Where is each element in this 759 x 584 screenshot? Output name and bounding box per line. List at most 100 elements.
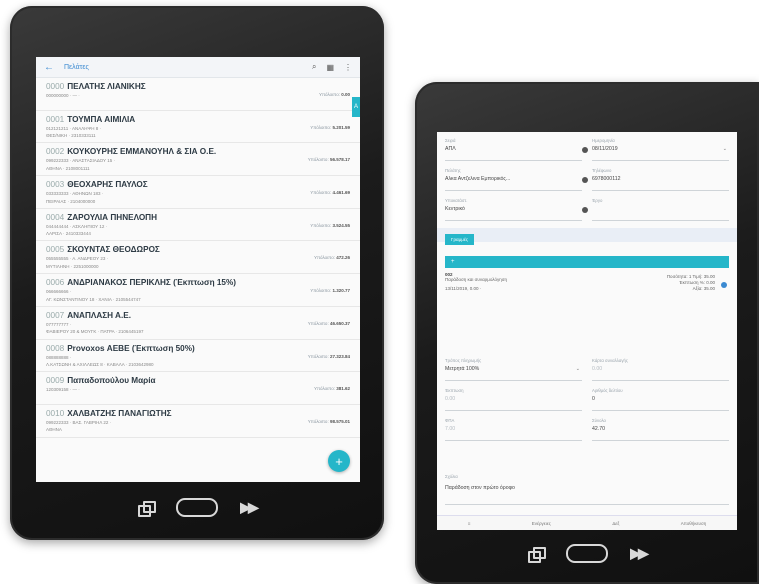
customer-code: 0005 [46, 245, 65, 255]
tablet-left: ← Πελάτες ⌕ ▦ ⋮ 0000 ΠΕΛΑΤΗΣ ΛΙΑΝΙΚΗΣ 0000… [10, 6, 384, 540]
customer-head: 0003 ΘΕΟΧΑΡΗΣ ΠΑΥΛΟΣ [46, 180, 350, 189]
card-value: 0.00 [592, 366, 603, 372]
customer-name: ΠΕΛΑΤΗΣ ΛΙΑΝΙΚΗΣ [67, 82, 146, 91]
customer-details-1: 033333333 · ΑΘΗΝΩΝ 183 · [46, 191, 104, 197]
customer-details-2: ΛΑΡΙΣΑ · 2410333444 [46, 231, 91, 237]
right-button[interactable]: Δεξ [612, 521, 619, 526]
customer-details-1: 088888888 · [46, 354, 72, 360]
customer-code: 0003 [46, 180, 65, 190]
series-value: ΑΠΛ [445, 146, 456, 152]
total-value: 42.70 [592, 426, 605, 432]
customer-balance: Υπόλοιπο: 56.578.17 [308, 157, 350, 162]
recent-apps-icon[interactable] [138, 500, 157, 517]
chevron-down-icon[interactable]: ⌄ [723, 146, 727, 152]
voucher-number-field[interactable]: Αριθμός δελτίου 0 [592, 388, 729, 411]
forward-icon[interactable]: ▶▶ [240, 499, 258, 516]
add-line-bar[interactable]: + [445, 256, 729, 268]
project-label: Έργο [592, 198, 603, 203]
android-navbar-right: ▶▶ [415, 544, 759, 563]
customer-code: 0008 [46, 343, 65, 353]
forward-icon[interactable]: ▶▶ [630, 545, 648, 562]
vat-label: ΦΠΑ [445, 418, 455, 423]
total-field: Σύνολο 42.70 [592, 418, 729, 441]
add-customer-button[interactable]: + [328, 450, 350, 472]
customer-row[interactable]: 0002 ΚΟΥΚΟΥΡΗΣ ΕΜΜΑΝΟΥΗΛ & ΣΙΑ Ο.Ε. 099222… [36, 143, 360, 177]
series-label: Σειρά [445, 138, 456, 143]
home-button-icon[interactable] [566, 544, 609, 563]
customer-row[interactable]: 0006 ΑΝΔΡΙΑΝΑΚΟΣ ΠΕΡΙΚΛΗΣ (Έκπτωση 15%) 06… [36, 274, 360, 307]
branch-field[interactable]: Υποκατάστ. Κεντρικό [445, 198, 588, 221]
payment-method-field[interactable]: Τρόπος πληρωμής Μετρητά 100% ⌄ [445, 358, 582, 381]
balance-value: 472.26 [336, 255, 350, 261]
balance-value: 27.323.84 [329, 353, 350, 359]
menu-icon[interactable]: ≡ [468, 521, 471, 526]
balance-label: Υπόλοιπο: [318, 92, 340, 97]
customer-list-screen: ← Πελάτες ⌕ ▦ ⋮ 0000 ΠΕΛΑΤΗΣ ΛΙΑΝΙΚΗΣ 0000… [36, 57, 360, 482]
customer-details-2: ΜΥΤΙΛΗΝΗ · 2251000000 [46, 263, 99, 269]
project-field[interactable]: Έργο [592, 198, 729, 221]
more-menu-icon[interactable]: ⋮ [344, 63, 352, 72]
customer-list: 0000 ΠΕΛΑΤΗΣ ΛΙΑΝΙΚΗΣ 000000000 · — · Υπόλο… [36, 78, 360, 438]
customer-details-1: 012121211 · ΑΝΑΛΗΨΗ 8 · [46, 125, 101, 131]
form-bottom-nav: ≡ Ενέργειες Δεξ Αποθήκευση [437, 515, 737, 530]
customer-row[interactable]: 0003 ΘΕΟΧΑΡΗΣ ΠΑΥΛΟΣ 033333333 · ΑΘΗΝΩΝ 18… [36, 176, 360, 209]
balance-label: Υπόλοιπο: [310, 190, 332, 196]
customer-balance: Υπόλοιπο: 98.575.01 [308, 419, 350, 424]
customer-name: ΧΑΛΒΑΤΖΗΣ ΠΑΝΑΓΙΩΤΗΣ [67, 408, 172, 418]
balance-label: Υπόλοιπο: [307, 418, 329, 424]
customer-row[interactable]: 0000 ΠΕΛΑΤΗΣ ΛΙΑΝΙΚΗΣ 000000000 · — · Υπόλο… [36, 78, 360, 111]
customer-row[interactable]: 0008 Provoxos ΑΕΒΕ (Έκπτωση 50%) 088888888… [36, 340, 360, 373]
tab-lines[interactable]: Γραμμές [445, 234, 475, 245]
payment-value: Μετρητά 100% [445, 366, 480, 372]
item-edit-icon[interactable] [721, 282, 727, 288]
search-icon[interactable]: ⌕ [312, 62, 316, 72]
customer-details-1: 044444444 · ΑΣΚΛΗΠΙΟΥ 12 · [46, 223, 108, 229]
view-toggle-icon[interactable]: ▦ [326, 63, 334, 72]
order-line-item[interactable]: 002 Παράδοση και συναρμολόγηση 13/11/201… [445, 272, 729, 312]
balance-value: 56.578.17 [329, 157, 350, 163]
series-field[interactable]: Σειρά ΑΠΛ [445, 138, 588, 161]
customer-row[interactable]: 0004 ΖΑΡΟΥΛΙΑ ΠΗΝΕΛΟΠΗ 044444444 · ΑΣΚΛΗΠΙ… [36, 209, 360, 242]
customer-row[interactable]: 0009 Παπαδοπούλου Μαρία 120309158 · — · Υπό… [36, 372, 360, 405]
customer-head: 0002 ΚΟΥΚΟΥΡΗΣ ΕΜΜΑΝΟΥΗΛ & ΣΙΑ Ο.Ε. [46, 147, 350, 156]
customer-row[interactable]: 0005 ΣΚΟΥΝΤΑΣ ΘΕΟΔΩΡΟΣ 055555555 · Α. ΑΝΔΡ… [36, 241, 360, 275]
customer-details-1: 099222333 · ΑΝΑΣΤΑΣΙΑΔΟΥ 15 · [46, 158, 115, 164]
customer-field[interactable]: Πελάτης Αλκα Αντζελινα Εμπορικός... [445, 168, 588, 191]
customer-head: 0001 ΤΟΥΜΠΑ ΑΙΜΙΛΙΑ [46, 115, 350, 124]
recent-apps-icon[interactable] [528, 546, 547, 563]
chevron-down-icon[interactable]: ⌄ [576, 366, 580, 372]
back-arrow-icon[interactable]: ← [44, 62, 54, 73]
actions-button[interactable]: Ενέργειες [532, 521, 551, 526]
customer-code: 0001 [46, 114, 65, 124]
customer-name: ΑΝΔΡΙΑΝΑΚΟΣ ΠΕΡΙΚΛΗΣ (Έκπτωση 15%) [67, 278, 236, 288]
customer-name: ΤΟΥΜΠΑ ΑΙΜΙΛΙΑ [67, 114, 136, 124]
customer-row[interactable]: 0010 ΧΑΛΒΑΤΖΗΣ ΠΑΝΑΓΙΩΤΗΣ 099222333 · ΒΑΣ.… [36, 405, 360, 438]
date-field[interactable]: Ημερομηνία 08/11/2019 ⌄ [592, 138, 729, 161]
discount-value: 0.00 [445, 396, 456, 402]
phone-field[interactable]: Τηλέφωνο 6978000112 [592, 168, 729, 191]
info-icon[interactable] [582, 147, 588, 153]
tablet-right: Σειρά ΑΠΛ Ημερομηνία 08/11/2019 ⌄ Πελάτη… [415, 82, 759, 584]
customer-code: 0002 [46, 147, 65, 157]
side-index-tab[interactable]: A [352, 97, 360, 117]
info-icon[interactable] [582, 207, 588, 213]
customer-head: 0007 ΑΝΑΠΛΑΣΗ Α.Ε. [46, 311, 350, 320]
save-button[interactable]: Αποθήκευση [681, 521, 707, 526]
android-navbar-left: ▶▶ [10, 498, 384, 517]
customer-name: ΣΚΟΥΝΤΑΣ ΘΕΟΔΩΡΟΣ [67, 245, 160, 255]
balance-value: 5.201.59 [332, 124, 350, 130]
customer-details-2: ΑΓ. ΚΩΝΣΤΑΝΤΙΝΟΥ 18 · ΧΑΝΙΑ · 2105544747 [46, 296, 141, 302]
discount-field[interactable]: Έκπτωση 0.00 [445, 388, 582, 411]
notes-field[interactable]: Σχόλια Παράδοση στον πρώτο όροφο [445, 474, 729, 505]
home-button-icon[interactable] [176, 498, 219, 517]
customer-head: 0006 ΑΝΔΡΙΑΝΑΚΟΣ ΠΕΡΙΚΛΗΣ (Έκπτωση 15%) [46, 278, 350, 287]
card-field[interactable]: Κάρτα συναλλαγής 0.00 [592, 358, 729, 381]
customer-details-1: 077777777 · [46, 321, 72, 327]
customer-row[interactable]: 0007 ΑΝΑΠΛΑΣΗ Α.Ε. 077777777 · ΦΑΒΙΕΡΟΥ 20 … [36, 307, 360, 340]
balance-label: Υπόλοιπο: [313, 255, 335, 261]
customer-row[interactable]: 0001 ΤΟΥΜΠΑ ΑΙΜΙΛΙΑ 012121211 · ΑΝΑΛΗΨΗ 8 … [36, 111, 360, 144]
info-icon[interactable] [582, 177, 588, 183]
customer-head: 0005 ΣΚΟΥΝΤΑΣ ΘΕΟΔΩΡΟΣ [46, 245, 350, 254]
customer-balance: Υπόλοιπο: 0.00 [319, 92, 350, 97]
phone-value: 6978000112 [592, 176, 621, 182]
